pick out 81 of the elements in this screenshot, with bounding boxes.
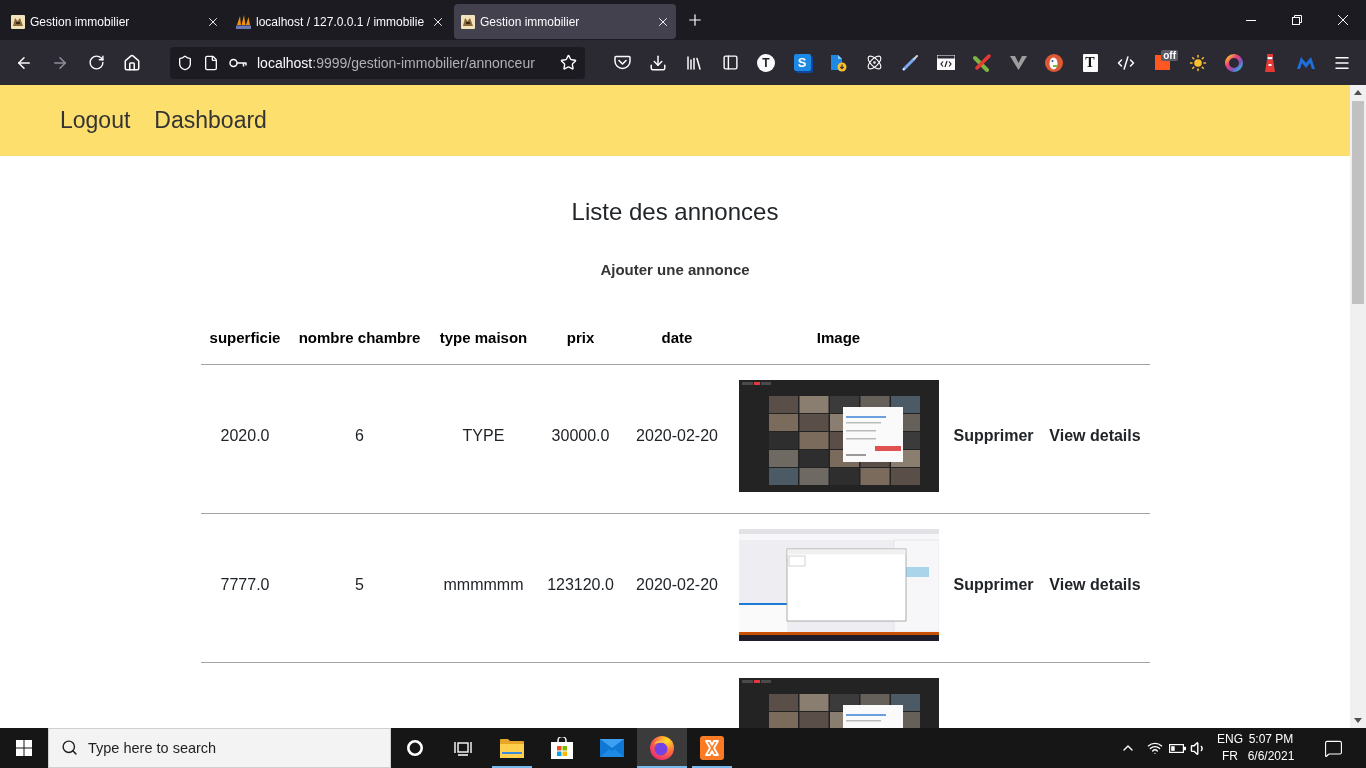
taskbar-button[interactable]	[637, 728, 687, 768]
shopping-bag-icon[interactable]	[551, 737, 573, 759]
pen-icon[interactable]	[902, 54, 918, 71]
keyboard-layout-text[interactable]: FR	[1222, 748, 1238, 765]
table-cell-text: 2020-02-20	[635, 576, 719, 594]
browser-tab[interactable]: Gestion immobilier	[4, 4, 226, 39]
table-cell-text: 7777.0	[219, 576, 271, 594]
column-header: prix	[565, 328, 596, 346]
close-icon[interactable]	[1338, 15, 1348, 25]
search-icon	[61, 739, 78, 756]
sidebar-icon[interactable]	[721, 54, 739, 71]
chevron-logo-icon[interactable]	[1009, 55, 1027, 70]
column-header: nombre chambre	[297, 328, 422, 346]
scroll-up-icon[interactable]	[1354, 90, 1362, 95]
table-cell-text: 2020.0	[219, 427, 271, 445]
column-header: Image	[815, 328, 862, 346]
page-icon[interactable]	[203, 54, 219, 71]
clock-date[interactable]: 6/6/2021	[1247, 748, 1295, 765]
circle-icon[interactable]	[407, 740, 423, 756]
status-badge: off	[1161, 49, 1178, 61]
table-cell-text: TYPE	[461, 427, 506, 445]
extension-button[interactable]: T	[757, 53, 775, 72]
search-field[interactable]: Type here to search	[48, 728, 391, 768]
new-tab-icon[interactable]	[686, 11, 704, 29]
action-link[interactable]: Supprimer	[953, 576, 1034, 594]
clock-time[interactable]: 5:07 PM	[1248, 731, 1294, 748]
code-icon[interactable]	[1117, 53, 1135, 72]
column-header: date	[660, 328, 694, 346]
table-cell-text: 2020-02-20	[635, 427, 719, 445]
browser-tab[interactable]: Gestion immobilier	[454, 4, 676, 39]
scroll-down-icon[interactable]	[1354, 718, 1362, 723]
browser-tab[interactable]: localhost / 127.0.0.1 / immobilie	[229, 4, 451, 39]
reload-icon[interactable]	[87, 54, 105, 71]
start-menu-icon[interactable]	[16, 740, 32, 756]
app-logo-icon[interactable]	[700, 736, 724, 760]
nav-link[interactable]: Logout	[60, 107, 131, 134]
key-icon[interactable]	[229, 57, 247, 68]
site-favicon-icon	[461, 14, 475, 29]
add-link[interactable]: Ajouter une annonce	[600, 260, 750, 280]
shield-icon[interactable]	[177, 54, 193, 71]
library-icon[interactable]	[685, 53, 703, 72]
minimize-icon[interactable]	[1246, 19, 1256, 21]
atom-icon[interactable]	[865, 54, 883, 71]
scrollbar-thumb[interactable]	[1352, 101, 1364, 304]
column-header: type maison	[438, 328, 529, 346]
table-cell-text: 123120.0	[546, 576, 615, 594]
table-cell-text: mmmmmm	[442, 576, 525, 594]
download-icon[interactable]	[649, 53, 667, 72]
logo-icon[interactable]	[1297, 56, 1315, 69]
task-view-icon[interactable]	[454, 740, 472, 756]
table-cell-text: 5	[354, 576, 365, 594]
wifi-icon[interactable]	[1147, 740, 1163, 756]
pocket-icon[interactable]	[613, 55, 631, 70]
address-bar[interactable]: localhost:9999/gestion-immobilier/annonceur	[170, 46, 585, 79]
nav-link[interactable]: Dashboard	[154, 107, 267, 134]
sun-icon[interactable]	[1189, 53, 1207, 72]
folder-icon[interactable]	[500, 738, 524, 758]
restore-icon[interactable]	[1292, 15, 1302, 25]
ring-icon[interactable]	[1225, 53, 1243, 72]
column-header: superficie	[208, 328, 282, 346]
notification-icon[interactable]	[1323, 738, 1343, 758]
table-cell-text: 6	[354, 427, 365, 445]
action-link[interactable]: View details	[1049, 576, 1141, 594]
language-text[interactable]: ENG	[1217, 731, 1243, 748]
round-logo-icon[interactable]	[1045, 53, 1063, 72]
bookmark-star-icon[interactable]	[560, 54, 577, 71]
site-favicon-icon	[11, 14, 25, 29]
extension-button[interactable]: S	[793, 54, 811, 71]
sail-favicon-icon	[236, 14, 251, 29]
page-title: Liste des annonces	[571, 197, 779, 227]
action-link[interactable]: View details	[1049, 427, 1141, 445]
home-icon[interactable]	[123, 53, 141, 72]
code-window-icon[interactable]	[937, 55, 955, 70]
crossed-tools-icon[interactable]	[973, 53, 991, 72]
file-download-icon[interactable]	[829, 53, 847, 72]
lighthouse-icon[interactable]	[1264, 53, 1276, 72]
table-cell-text: 30000.0	[550, 427, 611, 445]
battery-icon[interactable]	[1168, 743, 1186, 753]
action-link[interactable]: Supprimer	[953, 427, 1034, 445]
extension-button[interactable]: T	[1082, 53, 1098, 72]
browser-logo-icon[interactable]	[650, 736, 674, 760]
